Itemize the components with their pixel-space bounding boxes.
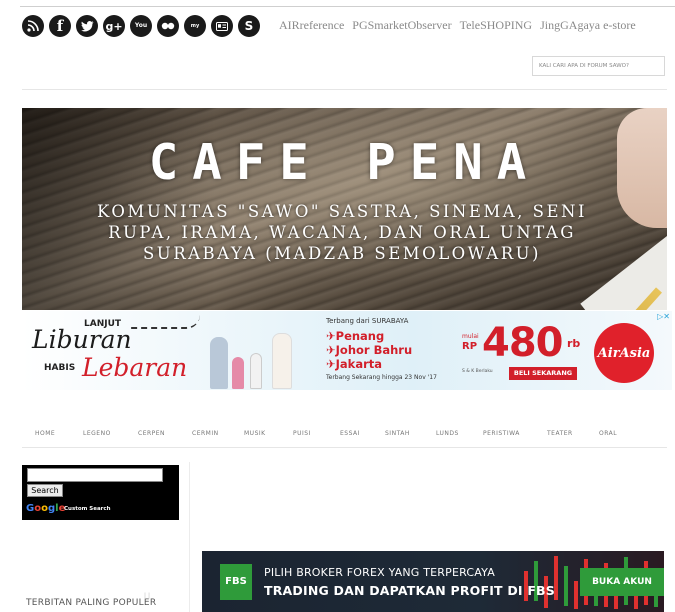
- nav-item-legeno[interactable]: LEGENO: [83, 430, 111, 437]
- nav-item-essai[interactable]: ESSAI: [340, 430, 360, 437]
- fbs-ad[interactable]: FBS PILIH BROKER FOREX YANG TERPERCAYA T…: [202, 551, 664, 612]
- adchoices-icon[interactable]: ▷✕: [657, 312, 670, 321]
- social-icons: f g+ You my S: [22, 15, 260, 37]
- ad-beli-button[interactable]: BELI SEKARANG: [509, 367, 577, 380]
- header-divider: [22, 89, 667, 90]
- facebook-icon[interactable]: f: [49, 15, 71, 37]
- top-link-airreference[interactable]: AIRreference: [279, 18, 344, 33]
- airasia-ad[interactable]: LANJUT Liburan HABIS Lebaran Terbang dar…: [22, 311, 672, 390]
- nav-item-peristiwa[interactable]: PERISTIWA: [483, 430, 520, 437]
- nav-item-cerpen[interactable]: CERPEN: [138, 430, 165, 437]
- family-photo: [202, 319, 322, 389]
- fbs-logo: FBS: [220, 564, 252, 600]
- top-links: AIRreference PGSmarketObserver TeleSHOPI…: [279, 18, 636, 33]
- ad-terbang: Terbang dari SURABAYA: [326, 317, 409, 325]
- quote-decoration: ": [142, 590, 153, 612]
- ad-price: 480: [482, 320, 563, 366]
- ad-rp: RP: [462, 341, 478, 352]
- nav-item-oral[interactable]: ORAL: [599, 430, 617, 437]
- fbs-headline: PILIH BROKER FOREX YANG TERPERCAYA: [264, 566, 495, 579]
- nav-divider: [22, 447, 667, 448]
- myspace-icon[interactable]: my: [184, 15, 206, 37]
- google-custom-search: Search Google Custom Search: [22, 465, 179, 520]
- top-link-pgsmarketobserver[interactable]: PGSmarketObserver: [352, 18, 451, 33]
- forum-search-input[interactable]: KALI CARI APA DI FORUM SAWO?: [532, 56, 665, 76]
- popular-posts-heading: TERBITAN PALING POPULER: [26, 598, 157, 608]
- top-divider: [20, 6, 675, 7]
- skype-icon[interactable]: S: [238, 15, 260, 37]
- ad-destination-jakarta: ✈Jakarta: [326, 357, 383, 371]
- contact-card-icon[interactable]: [211, 15, 233, 37]
- ad-habis: HABIS: [44, 363, 76, 373]
- ad-destination-johor: ✈Johor Bahru: [326, 343, 413, 357]
- fbs-subheadline: TRADING DAN DAPATKAN PROFIT DI FBS: [264, 583, 555, 598]
- nav-item-sintah[interactable]: SINTAH: [385, 430, 410, 437]
- ad-rb: rb: [567, 337, 581, 350]
- ad-destinations: ✈Penang ✈Johor Bahru ✈Jakarta: [326, 329, 412, 371]
- sidebar-divider: [189, 462, 190, 612]
- google-plus-icon[interactable]: g+: [103, 15, 125, 37]
- google-logo: Google: [26, 503, 66, 514]
- ad-liburan: Liburan: [32, 325, 132, 354]
- twitter-icon[interactable]: [76, 15, 98, 37]
- nav-item-musik[interactable]: MUSIK: [244, 430, 266, 437]
- google-search-input[interactable]: [27, 468, 163, 482]
- nav-item-lunds[interactable]: LUNDS: [436, 430, 459, 437]
- nav-item-puisi[interactable]: PUISI: [293, 430, 311, 437]
- ad-sk: S & K Berlaku: [462, 369, 493, 374]
- nav-item-teater[interactable]: TEATER: [547, 430, 573, 437]
- ad-destination-penang: ✈Penang: [326, 329, 385, 343]
- airasia-logo: AirAsia: [594, 323, 654, 383]
- header-banner[interactable]: CAFE PENA KOMUNITAS "SAWO" SASTRA, SINEM…: [22, 108, 667, 310]
- nav-item-home[interactable]: HOME: [35, 430, 55, 437]
- ad-lebaran: Lebaran: [82, 353, 188, 382]
- nav-item-cermin[interactable]: CERMIN: [192, 430, 219, 437]
- youtube-icon[interactable]: You: [130, 15, 152, 37]
- flickr-icon[interactable]: [157, 15, 179, 37]
- top-link-teleshoping[interactable]: TeleSHOPING: [460, 18, 533, 33]
- ad-terbang-sekarang: Terbang Sekarang hingga 23 Nov '17: [326, 374, 437, 381]
- google-search-button[interactable]: Search: [27, 484, 63, 497]
- rss-icon[interactable]: [22, 15, 44, 37]
- site-title: CAFE PENA: [148, 134, 541, 191]
- ad-mulai: mulai: [462, 333, 479, 340]
- main-nav: HOME LEGENO CERPEN CERMIN MUSIK PUISI ES…: [22, 430, 667, 444]
- site-description: KOMUNITAS "SAWO" SASTRA, SINEMA, SENI RU…: [97, 202, 587, 263]
- fbs-open-account-button[interactable]: BUKA AKUN: [580, 568, 664, 596]
- google-custom-search-label: Custom Search: [64, 506, 111, 512]
- top-link-jinggagaya-estore[interactable]: JingGAgaya e-store: [540, 18, 636, 33]
- ad-dashed-curve: [130, 315, 200, 329]
